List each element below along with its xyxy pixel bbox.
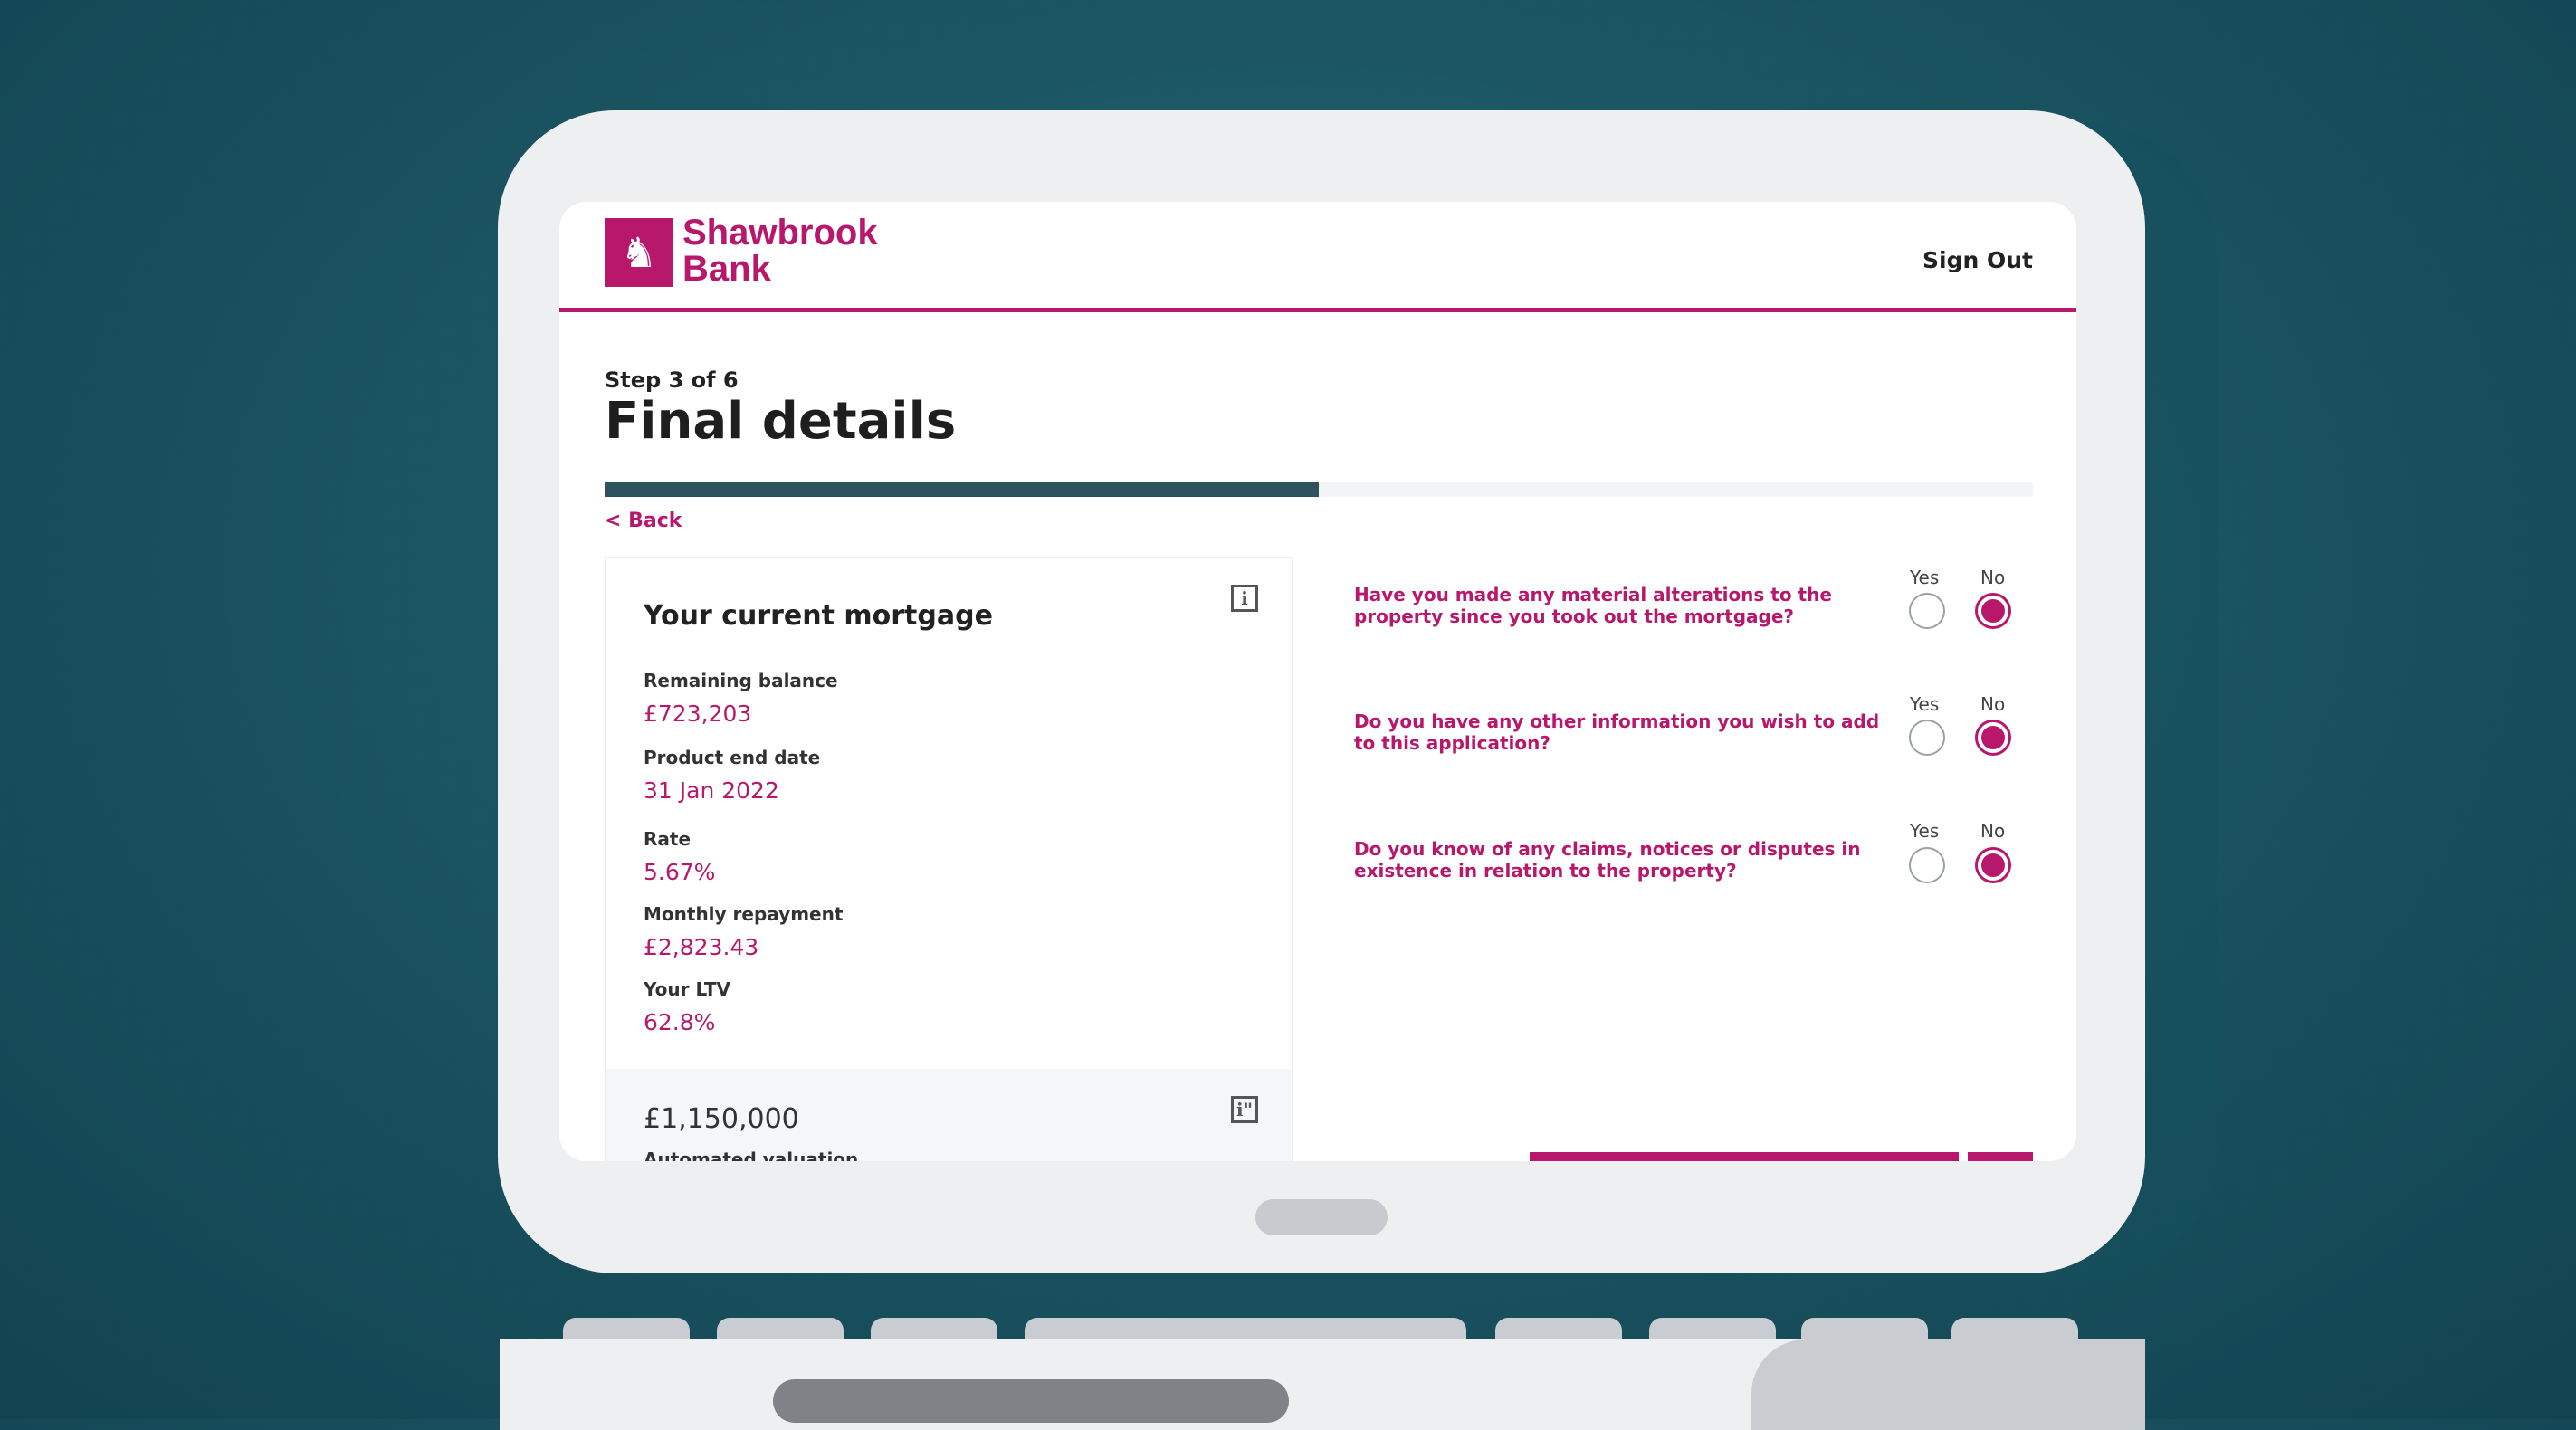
laptop-webcam-pill bbox=[1255, 1199, 1388, 1235]
radio-label-yes: Yes bbox=[1910, 693, 1940, 715]
back-link[interactable]: < Back bbox=[605, 510, 682, 532]
page-title: Final details bbox=[605, 392, 957, 451]
progress-bar bbox=[605, 482, 2033, 497]
laptop-trackpad bbox=[773, 1379, 1289, 1423]
q2-yes-radio[interactable] bbox=[1909, 720, 1945, 756]
field-label-remaining-balance: Remaining balance bbox=[644, 670, 838, 691]
step-indicator: Step 3 of 6 bbox=[605, 367, 739, 393]
brand-line-2: Bank bbox=[682, 249, 771, 289]
radio-label-no: No bbox=[1980, 567, 2006, 588]
radio-label-yes: Yes bbox=[1910, 567, 1940, 588]
q3-yes-radio[interactable] bbox=[1909, 847, 1945, 883]
field-value-rate: 5.67% bbox=[644, 859, 716, 885]
field-label-product-end-date: Product end date bbox=[644, 747, 821, 768]
question-claims-disputes: Do you know of any claims, notices or di… bbox=[1354, 838, 1861, 882]
radio-label-yes: Yes bbox=[1910, 820, 1940, 842]
q3-no-radio[interactable] bbox=[1975, 847, 2011, 883]
field-label-monthly-repayment: Monthly repayment bbox=[644, 903, 844, 925]
field-label-ltv: Your LTV bbox=[644, 978, 731, 1000]
brand-line-1: Shawbrook bbox=[682, 213, 878, 253]
secondary-button[interactable] bbox=[1968, 1152, 2033, 1161]
info-icon[interactable]: i" bbox=[1231, 1096, 1258, 1123]
question-other-information: Do you have any other information you wi… bbox=[1354, 710, 1880, 754]
radio-label-no: No bbox=[1980, 693, 2006, 715]
progress-bar-fill bbox=[605, 482, 1319, 497]
q2-no-radio[interactable] bbox=[1975, 720, 2011, 756]
field-label-rate: Rate bbox=[644, 828, 692, 850]
field-value-ltv: 62.8% bbox=[644, 1009, 716, 1035]
card-title: Your current mortgage bbox=[644, 600, 993, 632]
laptop-screen: ♞ Shawbrook Bank Sign Out Step 3 of 6 Fi… bbox=[559, 202, 2076, 1161]
site-header: ♞ Shawbrook Bank Sign Out bbox=[559, 202, 2076, 312]
field-value-monthly-repayment: £2,823.43 bbox=[644, 934, 759, 960]
lion-logo-icon: ♞ bbox=[605, 218, 673, 287]
brand-name: Shawbrook Bank bbox=[682, 214, 878, 287]
valuation-panel: £1,150,000 Automated valuation i" bbox=[606, 1069, 1292, 1161]
valuation-amount: £1,150,000 bbox=[644, 1103, 799, 1135]
q1-yes-radio[interactable] bbox=[1909, 593, 1945, 629]
continue-button[interactable] bbox=[1530, 1152, 1959, 1161]
field-value-product-end-date: 31 Jan 2022 bbox=[644, 777, 779, 804]
info-icon[interactable]: i bbox=[1231, 585, 1258, 612]
radio-label-no: No bbox=[1980, 820, 2006, 842]
laptop-base-shade bbox=[1751, 1339, 2145, 1430]
field-value-remaining-balance: £723,203 bbox=[644, 701, 752, 727]
current-mortgage-card: Your current mortgage i Remaining balanc… bbox=[605, 557, 1293, 1161]
valuation-label: Automated valuation bbox=[644, 1149, 859, 1161]
q1-no-radio[interactable] bbox=[1975, 593, 2011, 629]
question-material-alterations: Have you made any material alterations t… bbox=[1354, 584, 1832, 627]
sign-out-link[interactable]: Sign Out bbox=[1922, 247, 2033, 273]
